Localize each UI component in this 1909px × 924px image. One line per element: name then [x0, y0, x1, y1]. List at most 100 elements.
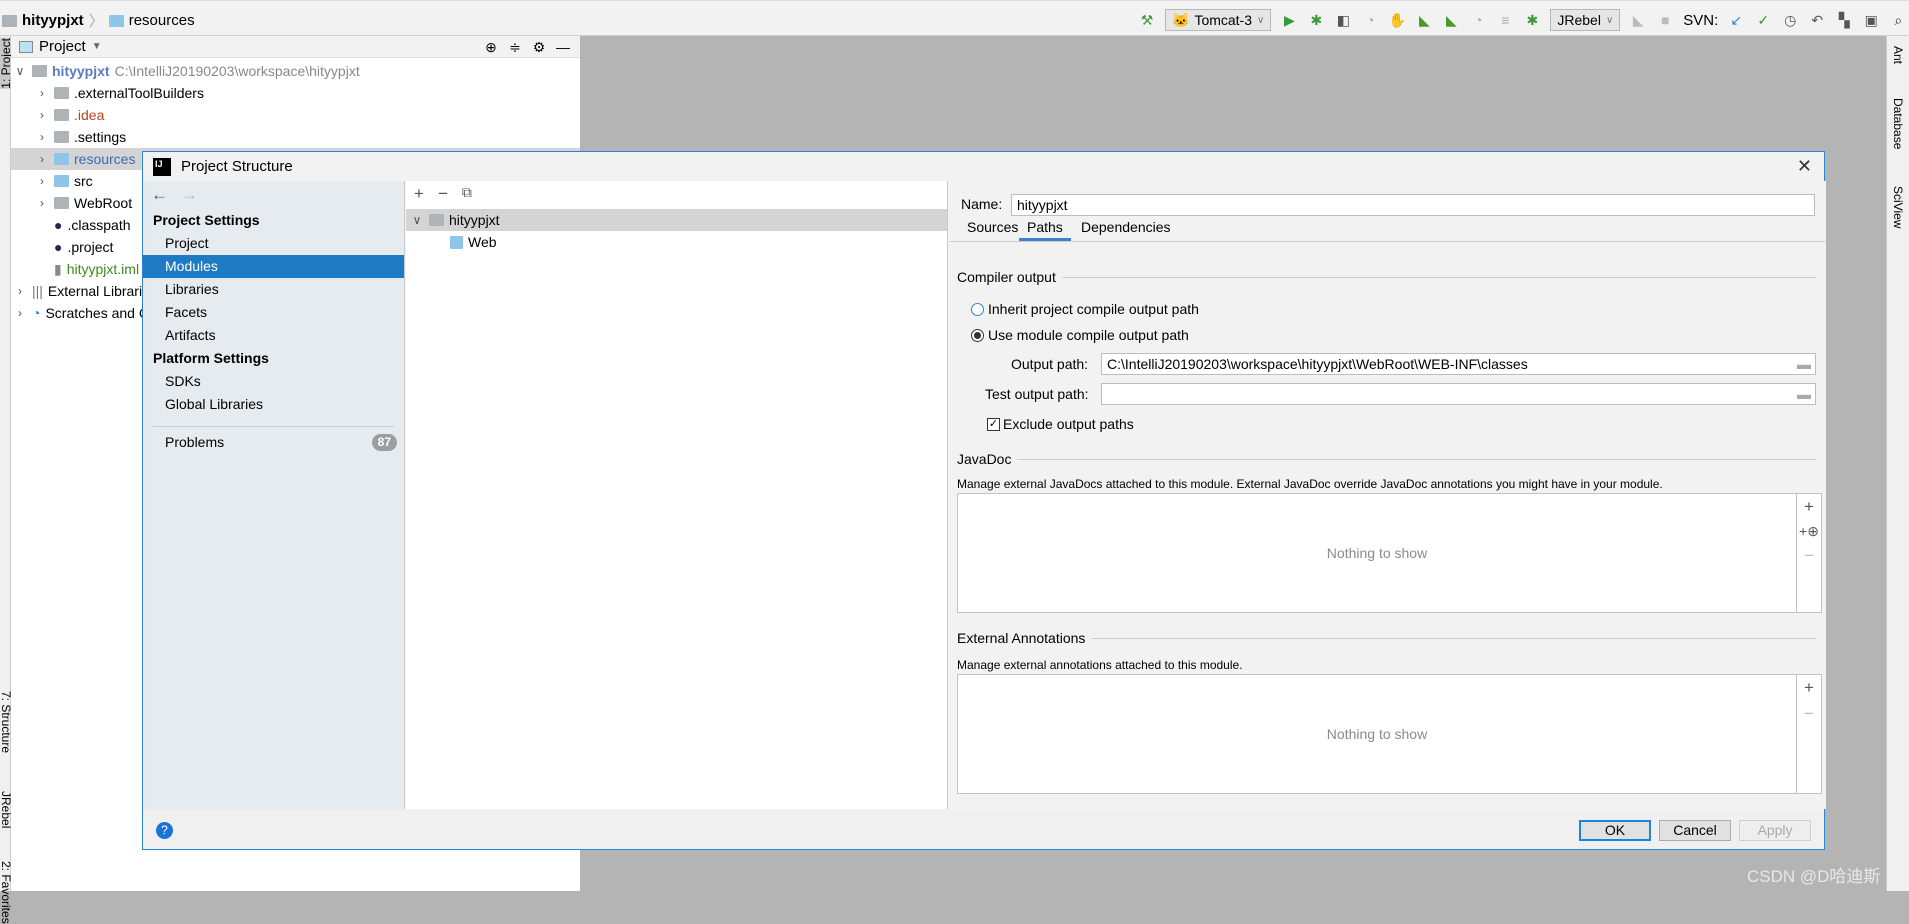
bug-icon[interactable]: ✱	[1523, 11, 1541, 29]
folder-icon	[54, 131, 69, 143]
debug-icon[interactable]: ✱	[1307, 11, 1325, 29]
nav-item-project[interactable]: Project	[143, 232, 404, 255]
forward-icon[interactable]: →	[181, 185, 198, 204]
nav-item-problems[interactable]: Problems 87	[143, 431, 404, 454]
nav-item-artifacts[interactable]: Artifacts	[143, 324, 404, 347]
breadcrumb-project[interactable]: hityypjxt	[22, 12, 84, 29]
exclude-output-checkbox[interactable]: ✓ Exclude output paths	[987, 416, 1134, 432]
output-path-input[interactable]: C:\IntelliJ20190203\workspace\hityypjxt\…	[1101, 353, 1816, 375]
radio-use-module[interactable]: Use module compile output path	[971, 327, 1189, 343]
expand-icon[interactable]: ›	[35, 152, 49, 166]
expand-icon[interactable]: ›	[35, 86, 49, 100]
tree-item-label: .externalToolBuilders	[74, 85, 204, 101]
step-icon[interactable]: ≡	[1496, 11, 1514, 29]
project-structure-dialog: IJ Project Structure ✕ ← → Project Setti…	[142, 151, 1826, 850]
collapse-all-icon[interactable]: ≑	[506, 38, 524, 56]
revert-icon[interactable]: ↶	[1808, 11, 1826, 29]
rebel-disabled-icon[interactable]: ◣	[1629, 11, 1647, 29]
remove-icon[interactable]: −	[438, 184, 448, 206]
jrebel-run-icon[interactable]: ◣	[1415, 11, 1433, 29]
project-view-select[interactable]: Project	[39, 38, 86, 55]
javadoc-empty-text: Nothing to show	[1326, 545, 1428, 561]
history-icon[interactable]: ◷	[1781, 11, 1799, 29]
breadcrumb: hityypjxt 〉 resources	[2, 10, 195, 31]
nav-item-facets[interactable]: Facets	[143, 301, 404, 324]
apply-button[interactable]: Apply	[1739, 820, 1811, 841]
tool-window-sciview[interactable]: SciView	[1891, 186, 1905, 228]
expand-icon[interactable]: ›	[35, 174, 49, 188]
coverage-icon[interactable]: ◧	[1334, 11, 1352, 29]
svn-commit-icon[interactable]: ✓	[1754, 11, 1772, 29]
stop-icon[interactable]: ■	[1656, 11, 1674, 29]
add-url-icon[interactable]: +⊕	[1799, 523, 1819, 540]
watermark: CSDN @D哈迪斯	[1747, 867, 1881, 886]
run-config-select[interactable]: 🐱 Tomcat-3 ∨	[1165, 9, 1272, 31]
gear-icon[interactable]: ⚙	[530, 38, 548, 56]
module-tree-root[interactable]: ∨ hityypjxt	[406, 209, 947, 231]
radio-inherit[interactable]: Inherit project compile output path	[971, 301, 1199, 317]
modules-pane: + − ⧉ ∨ hityypjxt Web	[406, 181, 948, 809]
expand-icon[interactable]: ›	[35, 196, 49, 210]
copy-icon[interactable]: ⧉	[462, 184, 472, 206]
add-icon[interactable]: +	[1804, 497, 1814, 517]
breadcrumb-folder[interactable]: resources	[129, 12, 195, 29]
module-tree-web[interactable]: Web	[406, 231, 947, 253]
project-structure-icon[interactable]: ▚	[1835, 11, 1853, 29]
tree-root[interactable]: ∨ hityypjxt C:\IntelliJ20190203\workspac…	[11, 60, 580, 82]
folder-icon	[54, 109, 69, 121]
browse-folder-icon[interactable]: ▬	[1797, 386, 1811, 402]
test-output-path-input[interactable]: ▬	[1101, 383, 1816, 405]
locate-icon[interactable]: ⊕	[482, 38, 500, 56]
jrebel-label: JRebel	[1557, 12, 1601, 28]
jrebel-debug-icon[interactable]: ◣	[1442, 11, 1460, 29]
run-icon[interactable]: ▶	[1280, 11, 1298, 29]
tree-item[interactable]: › .externalToolBuilders	[11, 82, 580, 104]
javadoc-list[interactable]: Nothing to show + +⊕ −	[957, 493, 1822, 613]
build-hammer-icon[interactable]: ⚒	[1138, 11, 1156, 29]
add-icon[interactable]: +	[414, 184, 424, 206]
tree-item[interactable]: › .settings	[11, 126, 580, 148]
svn-update-icon[interactable]: ↙	[1727, 11, 1745, 29]
test-output-path-label: Test output path:	[985, 386, 1089, 402]
tree-item[interactable]: › .idea	[11, 104, 580, 126]
jrebel-select[interactable]: JRebel ∨	[1550, 9, 1621, 31]
expand-icon[interactable]: ›	[35, 108, 49, 122]
terminal-icon[interactable]: ▣	[1862, 11, 1880, 29]
nav-item-libraries[interactable]: Libraries	[143, 278, 404, 301]
remove-icon[interactable]: −	[1804, 704, 1814, 724]
attach-icon[interactable]: ✋	[1388, 11, 1406, 29]
tool-window-database[interactable]: Database	[1891, 98, 1905, 149]
tree-item-label: src	[74, 173, 93, 189]
profile-icon[interactable]: ◔	[1361, 11, 1379, 29]
close-icon[interactable]: ✕	[1797, 156, 1812, 177]
tab-dependencies[interactable]: Dependencies	[1073, 213, 1179, 241]
add-icon[interactable]: +	[1804, 678, 1814, 698]
nav-item-modules[interactable]: Modules	[143, 255, 404, 278]
ok-button[interactable]: OK	[1579, 820, 1651, 841]
nav-item-sdks[interactable]: SDKs	[143, 370, 404, 393]
output-path-value: C:\IntelliJ20190203\workspace\hityypjxt\…	[1107, 356, 1528, 372]
expand-icon[interactable]: ›	[35, 130, 49, 144]
browse-folder-icon[interactable]: ▬	[1797, 356, 1811, 372]
tree-item-label: .project	[67, 239, 114, 255]
javadoc-description: Manage external JavaDocs attached to thi…	[957, 477, 1663, 491]
remove-icon[interactable]: −	[1804, 546, 1814, 566]
update-icon[interactable]: ◔	[1469, 11, 1487, 29]
help-icon[interactable]: ?	[156, 822, 173, 839]
back-icon[interactable]: ←	[151, 185, 168, 204]
module-settings: Name: hityypjxt Sources Paths Dependencies…	[949, 181, 1826, 809]
module-icon	[429, 214, 444, 226]
left-tool-strip: 1: Project 7: Structure JRebel 2: Favori…	[0, 36, 13, 924]
nav-item-global-libraries[interactable]: Global Libraries	[143, 393, 404, 416]
top-toolbar: hityypjxt 〉 resources ⚒ 🐱 Tomcat-3 ∨ ▶ ✱ ◧…	[0, 0, 1909, 36]
javadoc-header: JavaDoc	[957, 451, 1012, 467]
tab-sources[interactable]: Sources	[959, 213, 1026, 241]
tool-window-ant[interactable]: Ant	[1891, 46, 1905, 64]
eclipse-file-icon: ●	[54, 217, 63, 233]
minimize-icon[interactable]: —	[554, 38, 572, 56]
cancel-button[interactable]: Cancel	[1659, 820, 1731, 841]
search-icon[interactable]: ⌕	[1889, 11, 1907, 29]
tab-paths[interactable]: Paths	[1019, 213, 1071, 241]
external-annotations-list[interactable]: Nothing to show + −	[957, 674, 1822, 794]
radio-checked-icon	[971, 328, 984, 342]
